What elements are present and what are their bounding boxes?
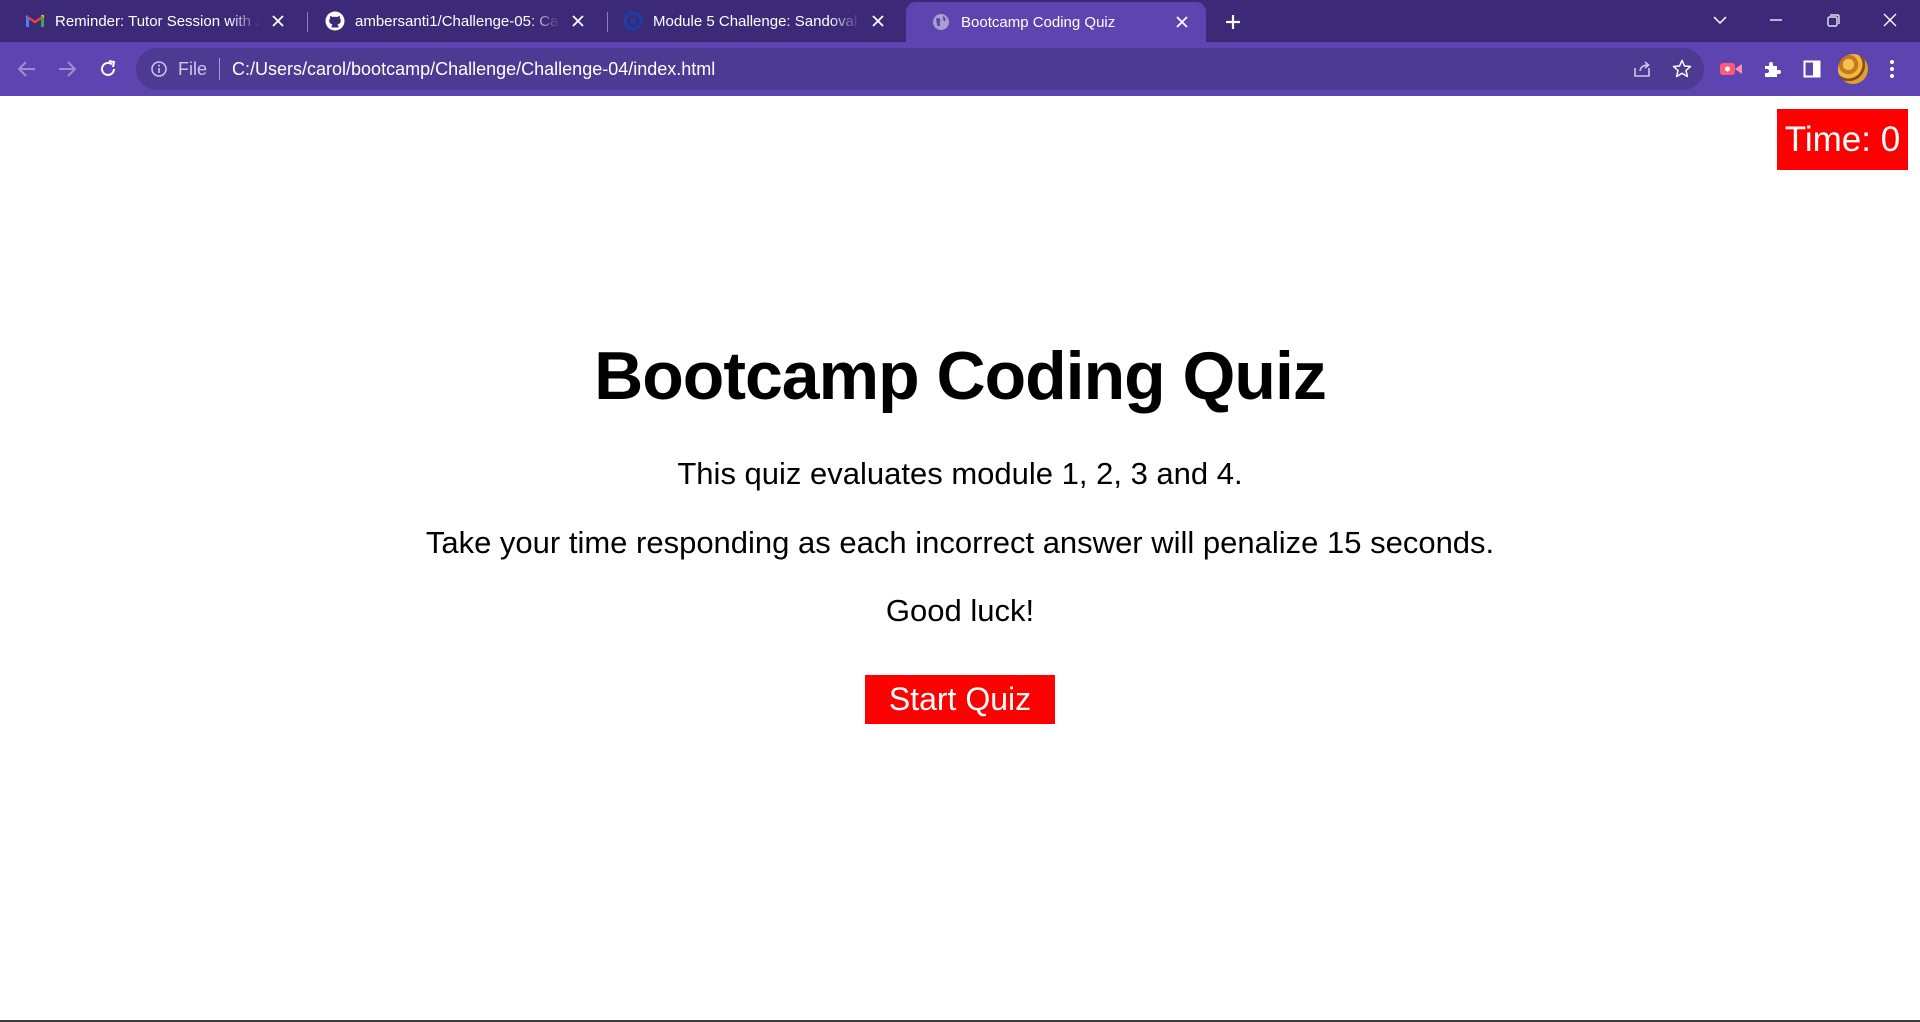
tab-title: Bootcamp Coding Quiz [961, 13, 1116, 31]
minimize-icon[interactable] [1748, 0, 1804, 40]
forward-arrow-icon[interactable] [51, 53, 83, 85]
profile-avatar[interactable] [1838, 54, 1868, 84]
globe-icon [931, 12, 951, 32]
browser-toolbar: File C:/Users/carol/bootcamp/Challenge/C… [0, 42, 1920, 96]
intro-line-penalty: Take your time responding as each incorr… [425, 525, 1495, 560]
share-icon[interactable] [1631, 57, 1655, 81]
intro-line-modules: This quiz evaluates module 1, 2, 3 and 4… [677, 456, 1243, 491]
tab-gmail-reminder[interactable]: Reminder: Tutor Session with Jilli [0, 0, 302, 42]
timer-badge: Time: 0 [1777, 109, 1908, 170]
page-viewport: Time: 0 Bootcamp Coding Quiz This quiz e… [0, 96, 1920, 1022]
close-window-icon[interactable] [1862, 0, 1918, 40]
url-scheme-label: File [178, 58, 208, 79]
page-title: Bootcamp Coding Quiz [594, 338, 1327, 414]
new-tab-button[interactable] [1220, 9, 1246, 35]
tab-title: ambersanti1/Challenge-05: Calendar [355, 12, 560, 30]
tab-title: Module 5 Challenge: Sandoval Sch [653, 12, 860, 30]
address-bar[interactable]: File C:/Users/carol/bootcamp/Challenge/C… [136, 48, 1704, 90]
more-menu-icon[interactable] [1878, 55, 1906, 83]
intro-line-good-luck: Good luck! [885, 593, 1035, 628]
address-divider [219, 58, 221, 80]
gmail-icon [25, 11, 45, 31]
close-icon[interactable] [866, 9, 890, 33]
tab-strip: Reminder: Tutor Session with Jilli amber… [0, 0, 1920, 42]
tab-search-icon[interactable] [1692, 0, 1748, 40]
github-icon [325, 11, 345, 31]
tab-bootcamp-quiz[interactable]: Bootcamp Coding Quiz [906, 2, 1206, 42]
start-quiz-button[interactable]: Start Quiz [865, 675, 1055, 724]
side-panel-icon[interactable] [1798, 55, 1826, 83]
url-text[interactable]: C:/Users/carol/bootcamp/Challenge/Challe… [232, 59, 715, 80]
screen-recorder-extension-icon[interactable] [1717, 55, 1745, 83]
back-arrow-icon[interactable] [11, 53, 43, 85]
tab-title: Reminder: Tutor Session with Jilli [55, 12, 260, 30]
close-icon[interactable] [266, 9, 290, 33]
close-icon[interactable] [566, 9, 590, 33]
info-icon[interactable] [150, 60, 168, 78]
tab-github-challenge[interactable]: ambersanti1/Challenge-05: Calendar [300, 0, 602, 42]
reload-icon[interactable] [92, 53, 124, 85]
extensions-puzzle-icon[interactable] [1758, 55, 1786, 83]
canvas-icon [623, 11, 643, 31]
restore-icon[interactable] [1805, 0, 1861, 40]
close-icon[interactable] [1170, 10, 1194, 34]
bookmark-star-icon[interactable] [1670, 57, 1694, 81]
tab-canvas-module[interactable]: Module 5 Challenge: Sandoval Sch [598, 0, 902, 42]
